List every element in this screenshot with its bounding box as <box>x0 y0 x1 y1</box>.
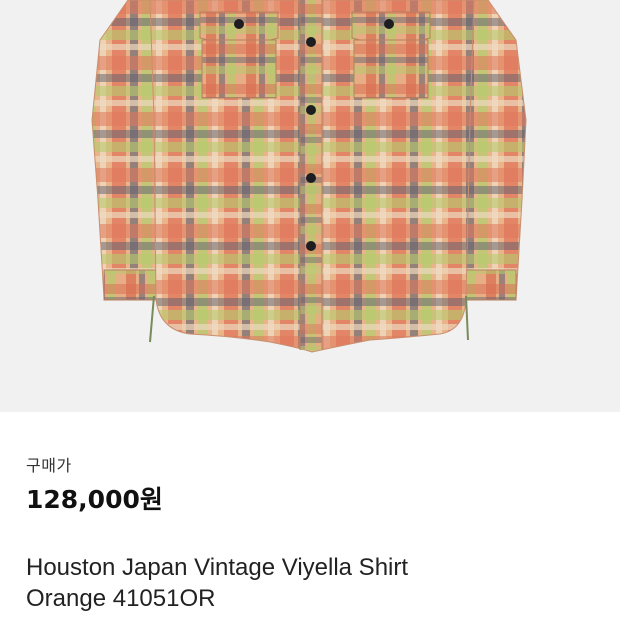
product-name[interactable]: Houston Japan Vintage Viyella Shirt Oran… <box>26 552 596 614</box>
product-photo[interactable] <box>0 0 620 412</box>
product-name-line-1: Houston Japan Vintage Viyella Shirt <box>26 554 409 581</box>
price-value: 128,000원 <box>26 485 163 514</box>
shirt-image <box>91 0 527 353</box>
product-info: 구매가 128,000원 Houston Japan Vintage Viyel… <box>0 412 620 620</box>
product-name-line-2: Orange 41051OR <box>26 585 216 612</box>
price-label: 구매가 <box>26 456 72 475</box>
